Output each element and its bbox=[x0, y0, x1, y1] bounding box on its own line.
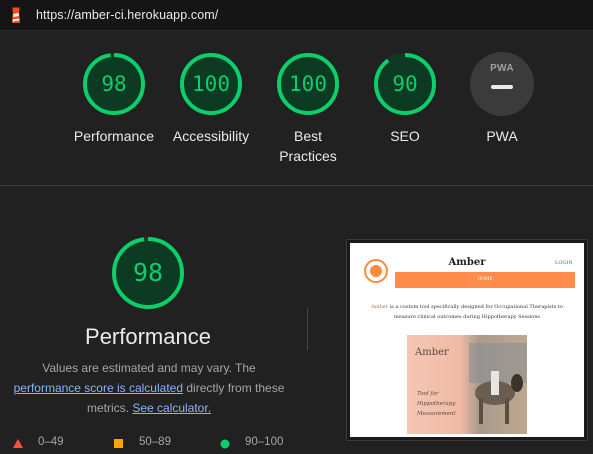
site-intro-line: is a custom tool specifically designed f… bbox=[389, 304, 563, 310]
lighthouse-icon bbox=[12, 7, 20, 23]
site-intro: Amber is a custom tool specifically desi… bbox=[367, 302, 567, 322]
final-screenshot[interactable]: Amber LOGIN HOME Amber is a custom tool … bbox=[347, 240, 587, 440]
gauge-accessibility[interactable]: 100 Accessibility bbox=[156, 52, 266, 146]
site-intro-line: measure clinical outcomes during Hippoth… bbox=[394, 314, 540, 320]
site-login-link: LOGIN bbox=[555, 260, 573, 266]
page-url: https://amber-ci.herokuapp.com/ bbox=[36, 8, 219, 22]
legend-range: 50–89 bbox=[139, 436, 171, 448]
gauge-score: 98 bbox=[101, 72, 127, 96]
performance-title: Performance bbox=[85, 324, 211, 349]
gauge-best-practices[interactable]: 100 Best Practices bbox=[253, 52, 363, 166]
address-bar: https://amber-ci.herokuapp.com/ bbox=[0, 0, 593, 31]
gauge-label: PWA bbox=[486, 128, 518, 144]
horse-image bbox=[469, 343, 527, 424]
square-icon bbox=[114, 439, 123, 448]
performance-score-link[interactable]: performance score is calculated bbox=[14, 381, 183, 395]
vertical-separator bbox=[307, 308, 308, 350]
desc-text: Values are estimated and may vary. The bbox=[42, 361, 256, 375]
gauge-score: 100 bbox=[289, 72, 327, 96]
pwa-badge: PWA bbox=[470, 52, 534, 116]
gauge-score: 100 bbox=[192, 72, 230, 96]
legend-range: 0–49 bbox=[38, 436, 64, 448]
gauge-score: 90 bbox=[392, 72, 418, 96]
site-hero-image: Amber Tool for Hippotherapy Measurement bbox=[407, 335, 527, 434]
triangle-icon bbox=[13, 439, 23, 448]
legend-range: 90–100 bbox=[245, 436, 284, 448]
performance-description: Values are estimated and may vary. The p… bbox=[8, 358, 290, 418]
performance-score-gauge: 98 bbox=[111, 236, 185, 310]
hero-subtitle: Tool for Hippotherapy Measurement bbox=[417, 391, 456, 417]
gauge-performance[interactable]: 98 Performance bbox=[59, 52, 169, 146]
see-calculator-link[interactable]: See calculator. bbox=[132, 401, 211, 415]
site-navbar: HOME bbox=[395, 272, 575, 288]
gauge-label: Performance bbox=[73, 128, 155, 144]
pwa-badge-text: PWA bbox=[490, 63, 514, 74]
hero-title: Amber bbox=[415, 347, 449, 358]
site-title: Amber bbox=[448, 257, 486, 268]
site-preview: Amber LOGIN HOME Amber is a custom tool … bbox=[353, 246, 581, 434]
gauge-label-line: Practices bbox=[279, 148, 337, 164]
site-intro-name: Amber bbox=[371, 304, 389, 310]
gauge-label: SEO bbox=[390, 128, 420, 144]
pwa-dash-icon bbox=[491, 85, 513, 89]
gauge-label: Best Practices bbox=[253, 126, 363, 166]
section-divider bbox=[0, 185, 593, 186]
site-nav-home: HOME bbox=[477, 277, 493, 282]
gauge-pwa[interactable]: PWA PWA bbox=[447, 52, 557, 146]
gauge-seo[interactable]: 90 SEO bbox=[350, 52, 460, 146]
gauge-label: Accessibility bbox=[172, 128, 250, 144]
circle-icon bbox=[220, 439, 230, 449]
gauge-label-line: Best bbox=[293, 128, 322, 144]
performance-score: 98 bbox=[132, 258, 164, 287]
